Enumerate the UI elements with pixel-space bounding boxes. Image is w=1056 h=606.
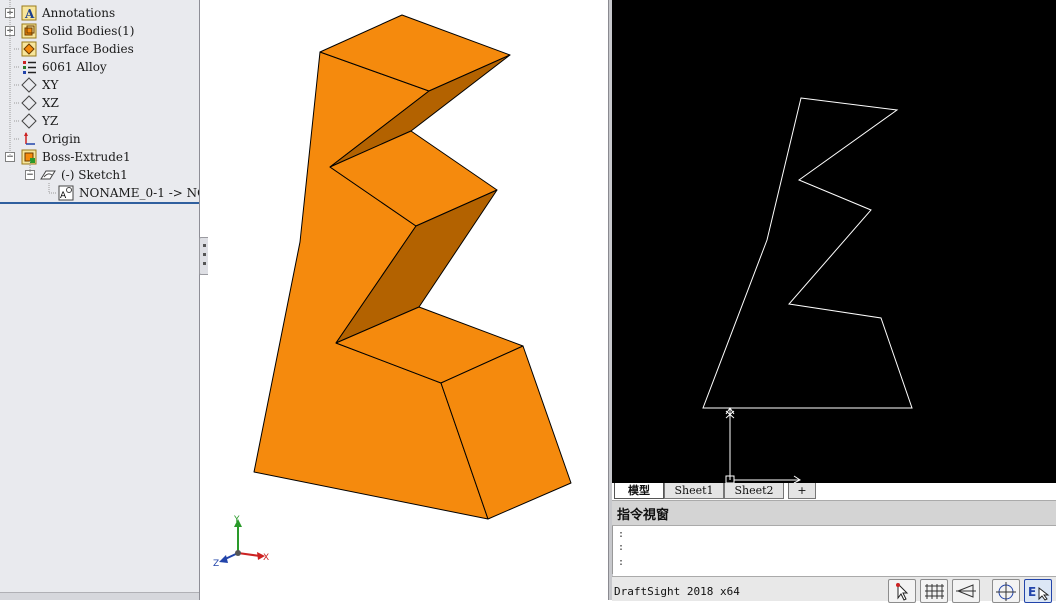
origin-icon [21,131,37,147]
material-icon [21,59,37,75]
tree-item-block[interactable]: A NONAME_0-1 -> NONAME [0,184,199,202]
tree-item-label: XZ [42,96,59,110]
triad-x-label: X [263,553,269,563]
entity-snap-icon[interactable]: E [1024,579,1052,603]
draftsight-drawing-canvas[interactable] [612,0,1056,484]
triad-x-axis [237,552,261,557]
expand-toggle[interactable]: + [5,8,15,18]
layout-tabs: 模型 Sheet1 Sheet2 + [612,483,1056,501]
solid-bodies-icon [21,23,37,39]
model-front-face [253,51,489,520]
tree-item-plane-yz[interactable]: YZ [0,112,199,130]
triad-z-label: Z [213,559,219,569]
triad-y-label: Y [233,515,240,525]
tree-item-label: Annotations [42,6,116,20]
horizontal-scrollbar[interactable] [0,592,199,600]
tree-item-label: Surface Bodies [42,42,134,56]
tree-item-annotations[interactable]: + A Annotations [0,4,199,22]
command-window[interactable]: : : : [612,526,1056,574]
graphics-viewport[interactable]: Y X Z [208,0,608,600]
expand-toggle[interactable]: + [5,26,15,36]
status-bar: DraftSight 2018 x64 E [612,576,1056,603]
status-app-version: DraftSight 2018 x64 [614,585,740,598]
svg-text:E: E [1028,585,1036,599]
command-prompt-line[interactable]: : [618,557,624,568]
tab-model[interactable]: 模型 [614,483,664,499]
tree-separator [0,202,199,204]
ortho-icon[interactable] [952,579,980,603]
tree-item-plane-xy[interactable]: XY [0,76,199,94]
add-sheet-button[interactable]: + [788,483,816,499]
tree-item-label: YZ [42,114,59,128]
command-window-title: 指令視窗 [617,508,670,523]
annotations-icon: A [21,5,37,21]
sketch-icon [40,167,56,183]
tree-item-boss-extrude[interactable]: − Boss-Extrude1 [0,148,199,166]
command-history-line: : [618,529,625,540]
svg-text:A: A [24,7,35,21]
snap-icon[interactable] [992,579,1020,603]
block-icon: A [58,185,74,201]
tab-sheet2[interactable]: Sheet2 [724,483,784,499]
tree-item-label: Solid Bodies(1) [42,24,135,38]
command-window-header: 指令視窗 [612,500,1056,526]
orientation-triad: Y X Z [213,515,269,569]
tab-sheet1[interactable]: Sheet1 [664,483,724,499]
surface-bodies-icon [21,41,37,57]
command-history-line: : [618,542,625,553]
collapse-toggle[interactable]: − [5,152,15,162]
plane-icon [21,95,37,111]
grid-icon[interactable] [920,579,948,603]
tree-item-label: XY [42,78,59,92]
extrude-icon [21,149,37,165]
feature-tree: + A Annotations + Solid Bodies(1) Surfac… [0,0,200,600]
sketch-profile [702,97,913,484]
tree-item-label: Origin [42,132,81,146]
svg-text:A: A [60,191,67,201]
tree-item-plane-xz[interactable]: XZ [0,94,199,112]
plane-icon [21,77,37,93]
tree-item-solid-bodies[interactable]: + Solid Bodies(1) [0,22,199,40]
tree-item-label: (-) Sketch1 [61,168,128,182]
cursor-icon[interactable] [888,579,916,603]
tree-item-label: Boss-Extrude1 [42,150,131,164]
sketch-outline [702,97,913,409]
tree-item-origin[interactable]: Origin [0,130,199,148]
tree-item-material[interactable]: 6061 Alloy [0,58,199,76]
plane-icon [21,113,37,129]
tree-item-sketch[interactable]: − (-) Sketch1 [0,166,199,184]
collapse-toggle[interactable]: − [25,170,35,180]
tree-item-label: 6061 Alloy [42,60,107,74]
tree-item-surface-bodies[interactable]: Surface Bodies [0,40,199,58]
tree-item-label: NONAME_0-1 -> NONAME [79,186,199,200]
